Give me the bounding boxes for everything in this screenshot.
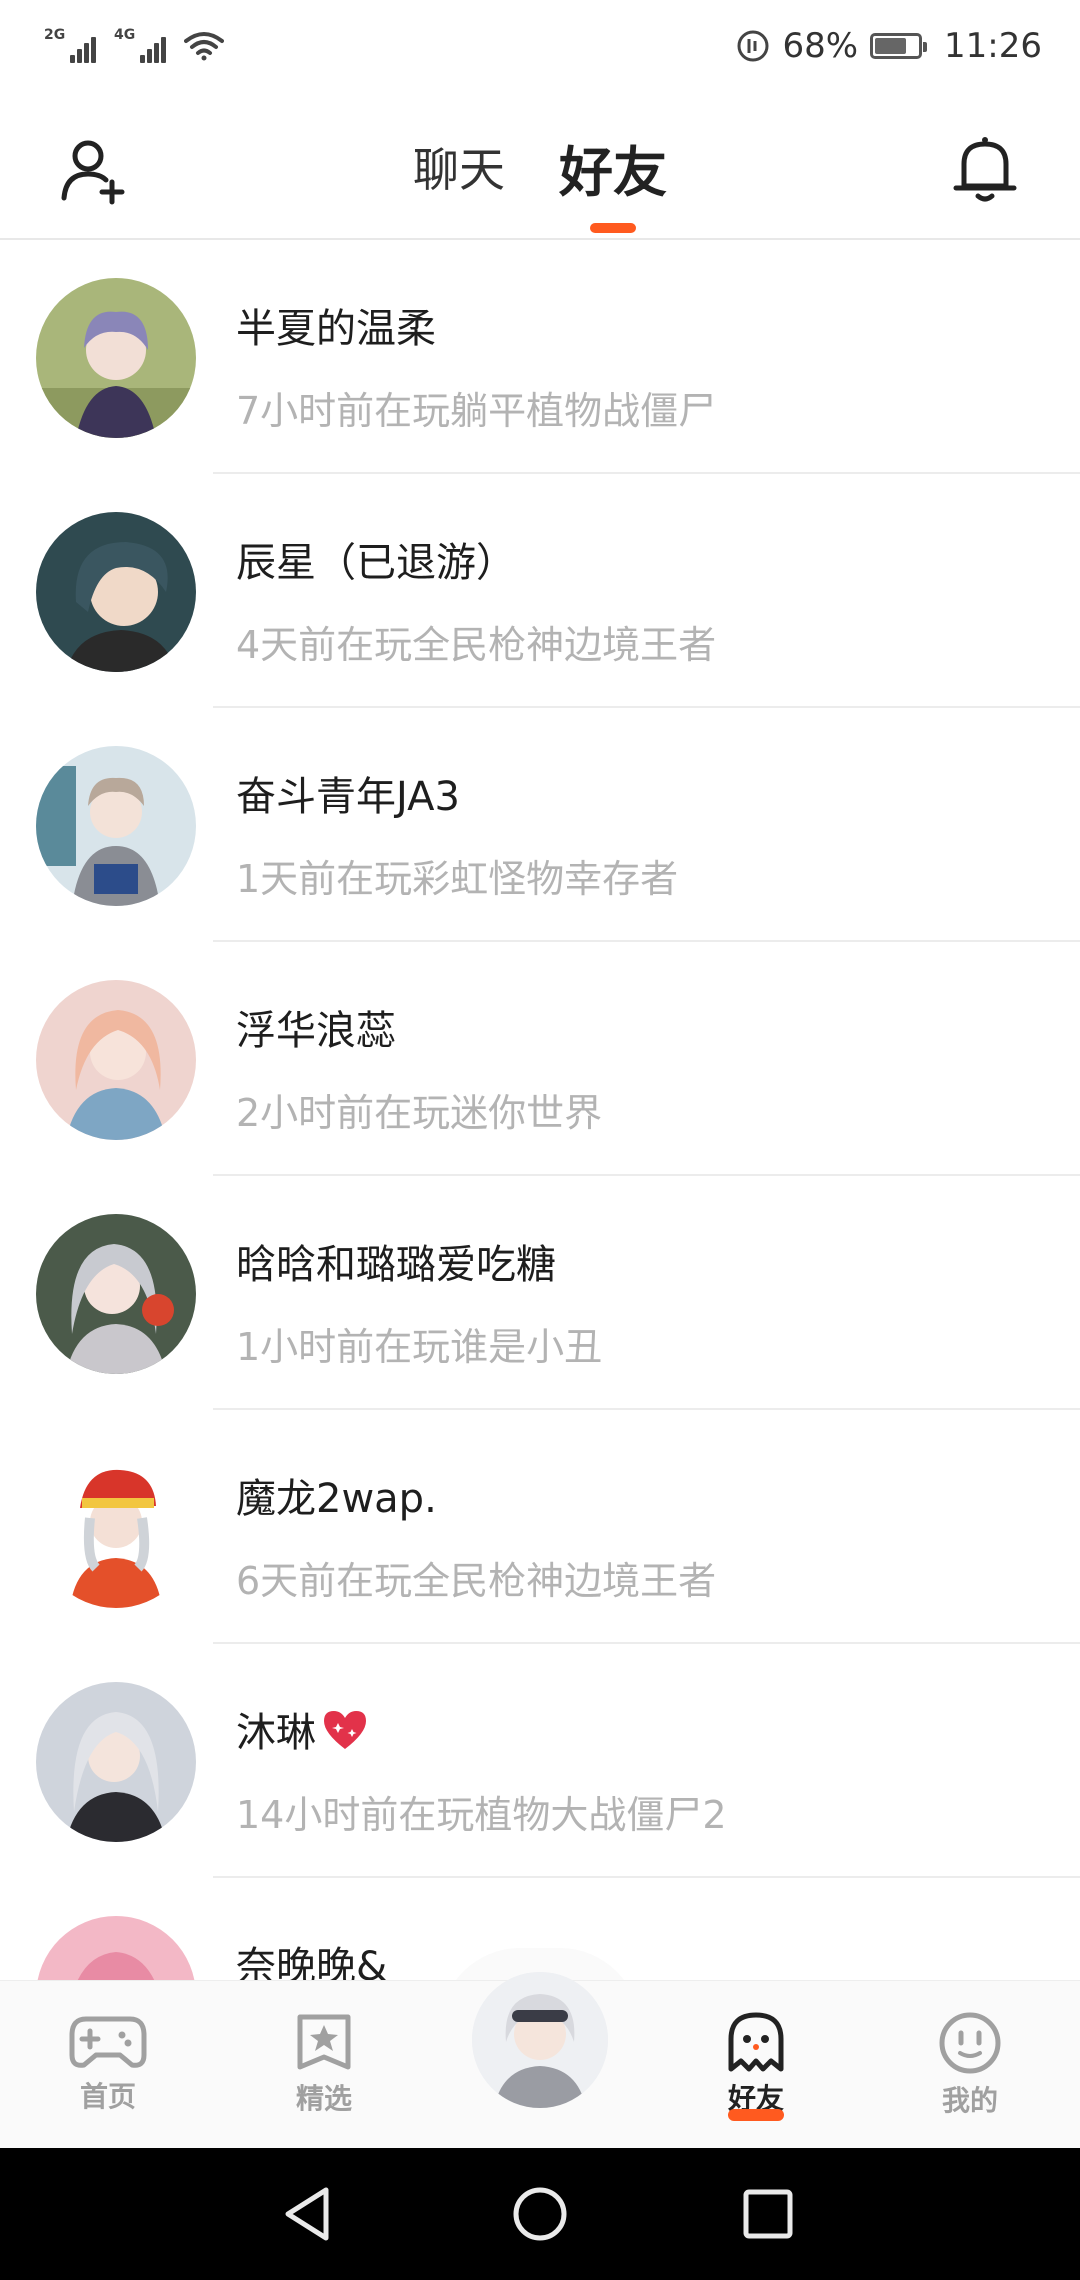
nav-label: 首页 <box>79 2080 136 2113</box>
active-tab-indicator <box>590 223 636 233</box>
friend-status: 6天前在玩全民枪神边境王者 <box>236 1559 717 1603</box>
network-type-label: 2G <box>44 27 66 43</box>
tab-label: 聊天 <box>413 143 505 197</box>
top-header: 聊天 好友 <box>0 92 1080 240</box>
avatar <box>36 746 196 906</box>
top-tabs: 聊天 好友 <box>0 134 1080 233</box>
friend-row[interactable]: 辰星（已退游） 4天前在玩全民枪神边境王者 <box>0 474 1080 708</box>
status-bar-left: 2G 4G <box>44 27 224 63</box>
star-bookmark-icon <box>297 2014 351 2070</box>
home-icon[interactable] <box>504 2178 576 2250</box>
network-type-label: 4G <box>114 27 136 43</box>
signal-2g-icon: 2G <box>44 27 96 63</box>
avatar <box>36 1214 196 1374</box>
tab-label: 好友 <box>559 141 667 204</box>
nav-home[interactable]: 首页 <box>38 1981 178 2149</box>
friend-status: 1天前在玩彩虹怪物幸存者 <box>236 857 679 901</box>
wifi-icon <box>184 32 224 61</box>
status-bar: 2G 4G 68% 11:26 <box>0 0 1080 92</box>
friend-list[interactable]: 半夏的温柔 7小时前在玩躺平植物战僵尸 辰星（已退游） 4天前在玩全民枪神边境王… <box>0 240 1080 1980</box>
friend-status: 1小时前在玩谁是小丑 <box>236 1325 603 1369</box>
friend-status: 14小时前在玩植物大战僵尸2 <box>236 1793 727 1837</box>
gamepad-icon <box>69 2016 147 2068</box>
active-nav-indicator <box>728 2109 784 2121</box>
avatar <box>36 278 196 438</box>
smiley-icon <box>939 2012 1001 2074</box>
battery-saver-icon <box>737 30 769 62</box>
signal-4g-icon: 4G <box>114 27 166 63</box>
friend-name: 辰星（已退游） <box>236 540 516 586</box>
friend-row[interactable]: 魔龙2wap. 6天前在玩全民枪神边境王者 <box>0 1410 1080 1644</box>
friend-name: 浮华浪蕊 <box>236 1008 396 1054</box>
friend-info: 半夏的温柔 7小时前在玩躺平植物战僵尸 <box>236 296 716 435</box>
avatar <box>36 980 196 1140</box>
tab-friends[interactable]: 好友 <box>559 128 667 233</box>
nav-profile[interactable]: 我的 <box>900 1981 1040 2149</box>
friend-name-with-badge: 沐琳 <box>236 1700 727 1758</box>
friend-info: 辰星（已退游） 4天前在玩全民枪神边境王者 <box>236 530 716 669</box>
friend-name: 奋斗青年JA3 <box>236 774 460 820</box>
friend-info: 奈晚晚& <box>236 1934 387 1980</box>
ghost-icon <box>728 2012 784 2072</box>
battery-level <box>875 38 907 54</box>
sparkling-heart-icon <box>324 1711 366 1749</box>
tab-chat[interactable]: 聊天 <box>413 134 505 231</box>
system-nav-bar <box>0 2148 1080 2280</box>
friend-info: 晗晗和璐璐爱吃糖 1小时前在玩谁是小丑 <box>236 1232 602 1371</box>
battery-icon <box>870 33 928 59</box>
nav-label: 精选 <box>295 2082 352 2115</box>
friend-name: 半夏的温柔 <box>236 306 436 352</box>
friend-name: 奈晚晚& <box>236 1944 388 1980</box>
nav-label: 我的 <box>941 2084 998 2117</box>
back-icon[interactable] <box>272 2178 344 2250</box>
friend-row[interactable]: 半夏的温柔 7小时前在玩躺平植物战僵尸 <box>0 240 1080 474</box>
avatar <box>36 1916 196 1980</box>
friend-info: 奋斗青年JA3 1天前在玩彩虹怪物幸存者 <box>236 764 678 903</box>
friend-name: 沐琳 <box>236 1710 316 1756</box>
friend-name: 晗晗和璐璐爱吃糖 <box>236 1242 556 1288</box>
battery-percent: 68% <box>782 26 859 66</box>
recents-icon[interactable] <box>732 2178 804 2250</box>
nav-featured[interactable]: 精选 <box>254 1981 394 2149</box>
bell-icon[interactable] <box>950 132 1020 206</box>
friend-row[interactable]: 奋斗青年JA3 1天前在玩彩虹怪物幸存者 <box>0 708 1080 942</box>
clock: 11:26 <box>944 26 1042 66</box>
center-avatar-button[interactable] <box>472 1972 608 2108</box>
avatar <box>36 1682 196 1842</box>
avatar <box>36 512 196 672</box>
friend-status: 4天前在玩全民枪神边境王者 <box>236 623 717 667</box>
friend-status: 7小时前在玩躺平植物战僵尸 <box>236 389 717 433</box>
status-bar-right: 68% 11:26 <box>736 26 1042 66</box>
friend-row[interactable]: 晗晗和璐璐爱吃糖 1小时前在玩谁是小丑 <box>0 1176 1080 1410</box>
avatar <box>36 1448 196 1608</box>
friend-name: 魔龙2wap. <box>236 1476 437 1522</box>
friend-row[interactable]: 沐琳 14小时前在玩植物大战僵尸2 <box>0 1644 1080 1878</box>
nav-friends[interactable]: 好友 <box>686 1981 826 2149</box>
friend-info: 浮华浪蕊 2小时前在玩迷你世界 <box>236 998 602 1137</box>
friend-info: 魔龙2wap. 6天前在玩全民枪神边境王者 <box>236 1466 716 1605</box>
friend-info: 沐琳 14小时前在玩植物大战僵尸2 <box>236 1700 727 1839</box>
friend-row[interactable]: 浮华浪蕊 2小时前在玩迷你世界 <box>0 942 1080 1176</box>
friend-status: 2小时前在玩迷你世界 <box>236 1091 603 1135</box>
